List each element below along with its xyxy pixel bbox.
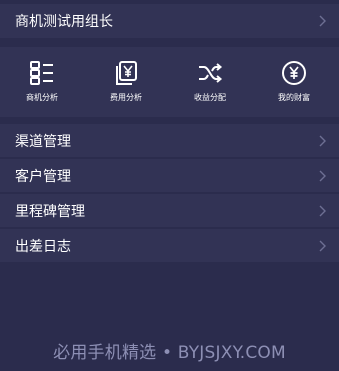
chevron-right-icon [319, 135, 326, 146]
quick-action-label: 商机分析 [26, 93, 58, 102]
group-title: 商机测试用组长 [15, 14, 113, 30]
quick-action-revenue-allocation[interactable]: 收益分配 [168, 47, 252, 117]
menu-item-customer-management[interactable]: 客户管理 [0, 159, 339, 193]
quick-action-my-wealth[interactable]: 我的财富 [252, 47, 336, 117]
quick-action-label: 我的财富 [278, 93, 310, 102]
quick-action-label: 收益分配 [194, 93, 226, 102]
yen-document-icon [116, 61, 137, 85]
list-icon [30, 61, 53, 85]
menu-item-label: 里程碑管理 [15, 203, 85, 220]
menu-item-travel-log[interactable]: 出差日志 [0, 229, 339, 263]
menu-item-label: 出差日志 [15, 238, 71, 255]
chevron-right-icon [319, 240, 326, 251]
chevron-right-icon [319, 205, 326, 216]
quick-actions: 商机分析 费用分析 收益分配 我的财富 [0, 47, 339, 117]
quick-action-expense-analysis[interactable]: 费用分析 [84, 47, 168, 117]
watermark-text: 必用手机精选 • BYJSJXY.COM [53, 343, 286, 363]
menu-item-label: 渠道管理 [15, 133, 71, 150]
group-title-row[interactable]: 商机测试用组长 [0, 4, 339, 38]
chevron-right-icon [319, 170, 326, 181]
chevron-right-icon [319, 15, 326, 27]
yen-circle-icon [282, 61, 306, 85]
quick-action-business-analysis[interactable]: 商机分析 [0, 47, 84, 117]
menu-item-label: 客户管理 [15, 168, 71, 185]
quick-action-label: 费用分析 [110, 93, 142, 102]
menu-item-milestone-management[interactable]: 里程碑管理 [0, 194, 339, 228]
shuffle-icon [199, 63, 223, 83]
menu-item-channel-management[interactable]: 渠道管理 [0, 124, 339, 158]
